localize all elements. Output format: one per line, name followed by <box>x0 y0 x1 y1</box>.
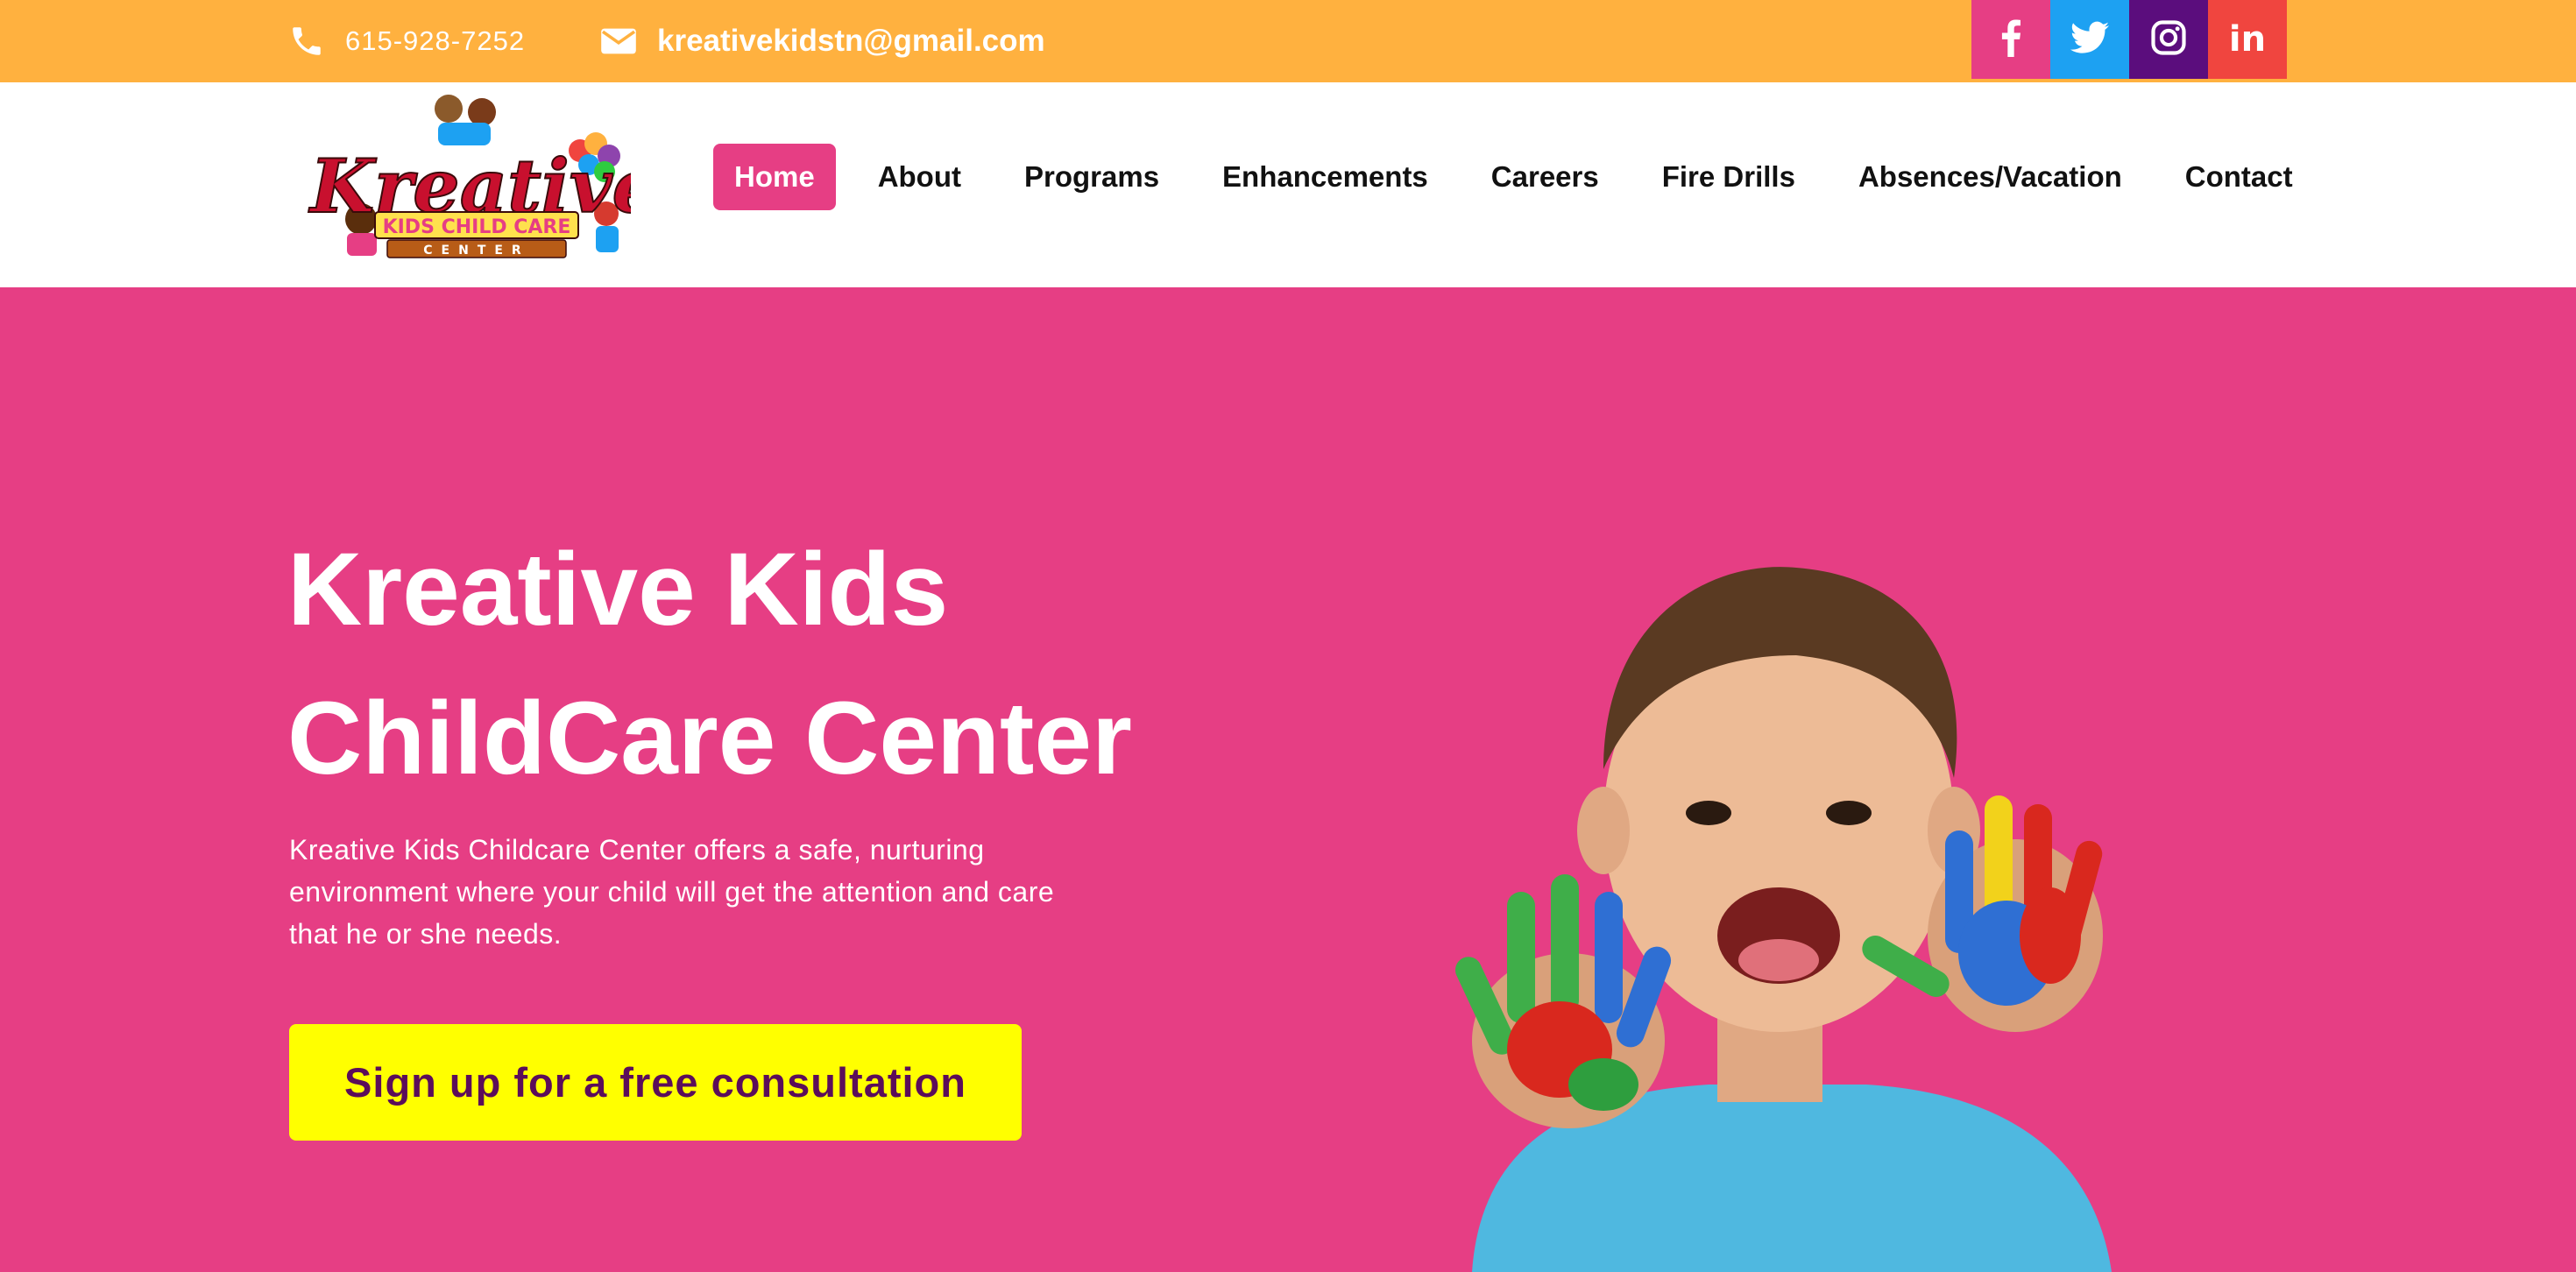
top-bar: 615-928-7252 kreativekidstn@gmail.com in <box>0 0 2576 82</box>
linkedin-icon: in <box>2228 19 2267 60</box>
logo-center-text: CENTER <box>423 244 529 258</box>
facebook-icon <box>2000 18 2021 61</box>
site-header: Kreative KIDS CHILD CARE CENTER Home Abo… <box>0 82 2576 287</box>
nav-item-programs[interactable]: Programs <box>1003 144 1180 210</box>
email-address[interactable]: kreativekidstn@gmail.com <box>657 24 1045 59</box>
phone-contact[interactable]: 615-928-7252 <box>287 0 525 82</box>
instagram-link[interactable] <box>2129 0 2208 79</box>
nav-item-home[interactable]: Home <box>713 144 836 210</box>
hero-title-line-1: Kreative Kids <box>287 532 949 647</box>
twitter-link[interactable] <box>2050 0 2129 79</box>
instagram-icon <box>2150 19 2187 60</box>
phone-number[interactable]: 615-928-7252 <box>345 25 525 57</box>
nav-item-absences-vacation[interactable]: Absences/Vacation <box>1837 144 2143 210</box>
facebook-link[interactable] <box>1971 0 2050 79</box>
site-logo[interactable]: Kreative KIDS CHILD CARE CENTER <box>307 89 660 273</box>
nav-item-contact[interactable]: Contact <box>2164 144 2314 210</box>
logo-subtitle: KIDS CHILD CARE <box>383 216 571 238</box>
hero-title: Kreative Kids ChildCare Center <box>287 515 1251 813</box>
hero-description: Kreative Kids Childcare Center offers a … <box>289 834 1055 950</box>
free-consultation-button[interactable]: Sign up for a free consultation <box>289 1024 1022 1141</box>
email-contact[interactable]: kreativekidstn@gmail.com <box>599 0 1045 82</box>
nav-item-enhancements[interactable]: Enhancements <box>1201 144 1449 210</box>
hero-section: Kreative Kids ChildCare Center Kreative … <box>0 287 2576 1272</box>
social-links: in <box>1971 0 2287 79</box>
twitter-icon <box>2070 21 2109 59</box>
nav-item-about[interactable]: About <box>857 144 982 210</box>
child-painted-hands-photo <box>1341 480 2182 1272</box>
main-nav: Home About Programs Enhancements Careers… <box>713 144 2335 210</box>
linkedin-link[interactable]: in <box>2208 0 2287 79</box>
nav-item-fire-drills[interactable]: Fire Drills <box>1641 144 1816 210</box>
envelope-icon <box>599 22 638 60</box>
phone-icon <box>287 22 326 60</box>
nav-item-careers[interactable]: Careers <box>1470 144 1620 210</box>
hero-title-line-2: ChildCare Center <box>287 681 1132 796</box>
